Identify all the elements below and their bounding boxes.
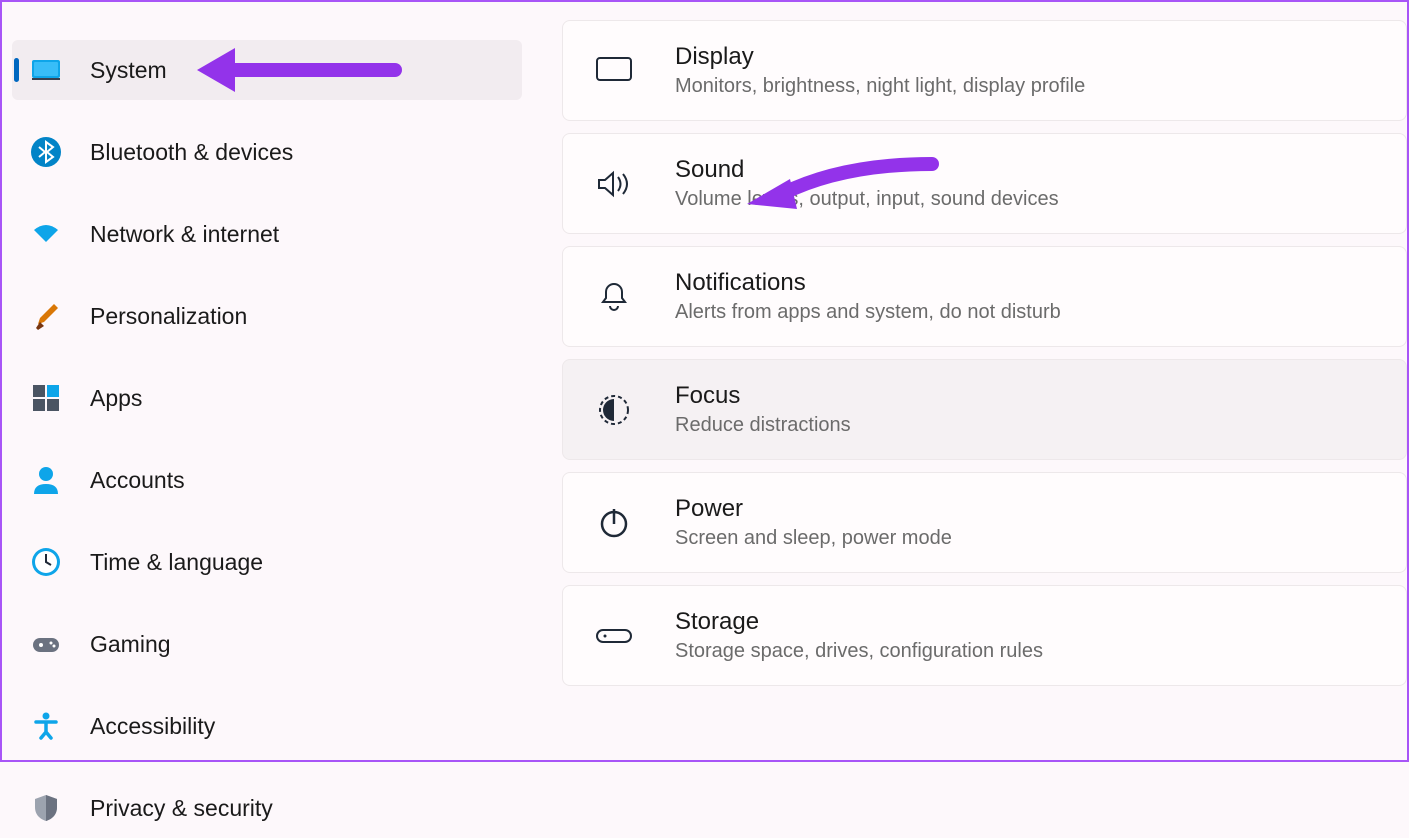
sidebar-item-gaming[interactable]: Gaming xyxy=(12,614,522,674)
wifi-icon xyxy=(30,218,62,250)
sidebar-item-personalization[interactable]: Personalization xyxy=(12,286,522,346)
sidebar-item-accounts[interactable]: Accounts xyxy=(12,450,522,510)
power-icon xyxy=(595,504,633,542)
card-desc: Monitors, brightness, night light, displ… xyxy=(675,75,1085,98)
sidebar-item-network[interactable]: Network & internet xyxy=(12,204,522,264)
sidebar-item-label: Apps xyxy=(90,385,142,412)
sidebar-item-accessibility[interactable]: Accessibility xyxy=(12,696,522,756)
sidebar-item-time-language[interactable]: Time & language xyxy=(12,532,522,592)
notifications-icon xyxy=(595,278,633,316)
settings-main-panel: Display Monitors, brightness, night ligh… xyxy=(542,2,1407,760)
bluetooth-icon xyxy=(30,136,62,168)
sidebar-item-label: Bluetooth & devices xyxy=(90,139,293,166)
card-focus[interactable]: Focus Reduce distractions xyxy=(562,359,1407,460)
card-notifications[interactable]: Notifications Alerts from apps and syste… xyxy=(562,246,1407,347)
person-icon xyxy=(30,464,62,496)
card-desc: Storage space, drives, configuration rul… xyxy=(675,640,1043,663)
sidebar-item-apps[interactable]: Apps xyxy=(12,368,522,428)
sidebar-item-label: Accessibility xyxy=(90,713,215,740)
shield-icon xyxy=(30,792,62,824)
display-icon xyxy=(595,52,633,90)
sidebar-item-bluetooth[interactable]: Bluetooth & devices xyxy=(12,122,522,182)
card-title: Power xyxy=(675,495,952,523)
card-desc: Reduce distractions xyxy=(675,414,851,437)
card-desc: Alerts from apps and system, do not dist… xyxy=(675,301,1061,324)
card-title: Sound xyxy=(675,156,1059,184)
sidebar-item-system[interactable]: System xyxy=(12,40,522,100)
card-title: Focus xyxy=(675,382,851,410)
card-sound[interactable]: Sound Volume levels, output, input, soun… xyxy=(562,133,1407,234)
system-icon xyxy=(30,54,62,86)
sound-icon xyxy=(595,165,633,203)
accessibility-icon xyxy=(30,710,62,742)
paintbrush-icon xyxy=(30,300,62,332)
card-title: Notifications xyxy=(675,269,1061,297)
card-title: Storage xyxy=(675,608,1043,636)
clock-icon xyxy=(30,546,62,578)
sidebar-item-label: Gaming xyxy=(90,631,171,658)
card-desc: Screen and sleep, power mode xyxy=(675,527,952,550)
apps-icon xyxy=(30,382,62,414)
sidebar-item-privacy[interactable]: Privacy & security xyxy=(12,778,522,838)
sidebar-item-label: Network & internet xyxy=(90,221,279,248)
sidebar-item-label: Accounts xyxy=(90,467,185,494)
card-title: Display xyxy=(675,43,1085,71)
settings-sidebar: System Bluetooth & devices Network & int… xyxy=(2,2,542,760)
sidebar-item-label: Privacy & security xyxy=(90,795,273,822)
card-desc: Volume levels, output, input, sound devi… xyxy=(675,188,1059,211)
gamepad-icon xyxy=(30,628,62,660)
sidebar-item-label: Personalization xyxy=(90,303,247,330)
card-storage[interactable]: Storage Storage space, drives, configura… xyxy=(562,585,1407,686)
card-power[interactable]: Power Screen and sleep, power mode xyxy=(562,472,1407,573)
sidebar-item-label: System xyxy=(90,57,167,84)
storage-icon xyxy=(595,617,633,655)
focus-icon xyxy=(595,391,633,429)
sidebar-item-label: Time & language xyxy=(90,549,263,576)
card-display[interactable]: Display Monitors, brightness, night ligh… xyxy=(562,20,1407,121)
